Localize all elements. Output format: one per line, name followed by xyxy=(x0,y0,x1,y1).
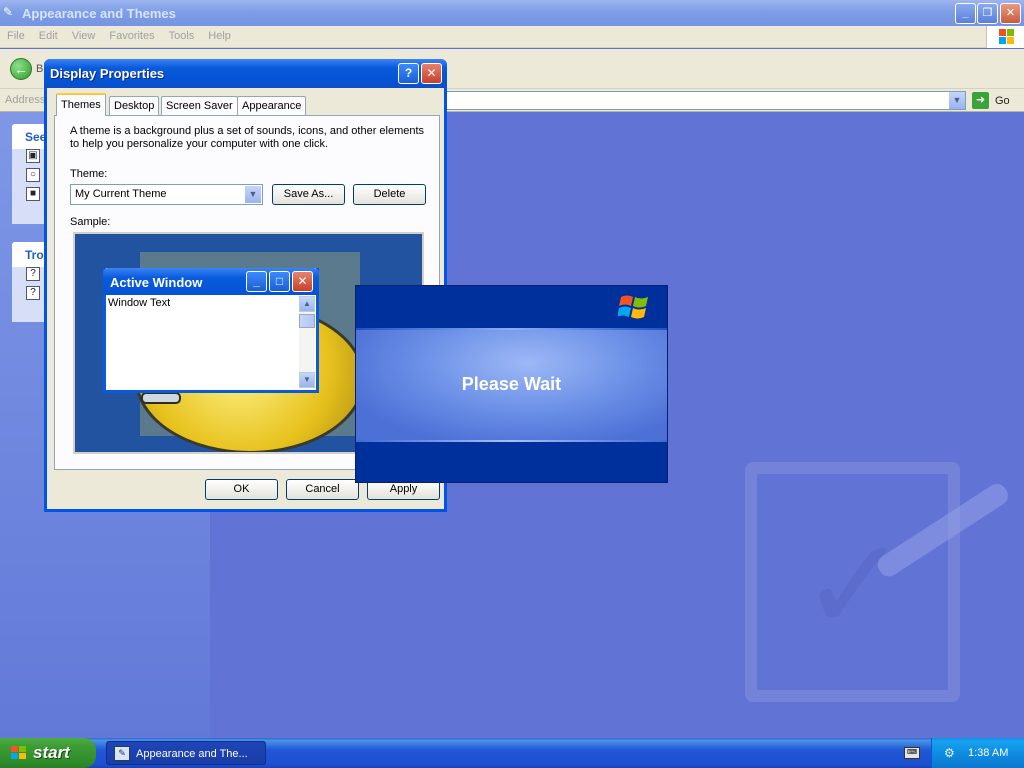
minimize-button[interactable]: _ xyxy=(955,3,976,24)
start-button[interactable]: start xyxy=(0,738,96,768)
tab-screen-saver[interactable]: Screen Saver xyxy=(161,96,238,115)
restore-button[interactable]: ❐ xyxy=(977,3,998,24)
tab-appearance[interactable]: Appearance xyxy=(237,96,307,115)
sample-close-icon: ✕ xyxy=(292,271,313,292)
theme-dropdown-value: My Current Theme xyxy=(75,188,167,200)
windows-flag-icon xyxy=(11,746,26,759)
help-button[interactable]: ? xyxy=(398,63,419,84)
scroll-up-icon: ▲ xyxy=(299,296,315,312)
sample-label: Sample: xyxy=(70,216,111,228)
scroll-thumb xyxy=(299,314,315,328)
taskbar-item-appearance-and-themes[interactable]: ✎ Appearance and The... xyxy=(106,741,266,765)
clock[interactable]: 1:38 AM xyxy=(968,747,1008,759)
address-label: Address xyxy=(5,94,46,106)
sample-window-text: Window Text xyxy=(108,297,171,309)
dialog-title-bar[interactable]: Display Properties ? ✕ xyxy=(44,59,447,88)
windows-flag-icon xyxy=(618,295,648,319)
menu-tools[interactable]: Tools xyxy=(162,26,202,46)
go-button-label[interactable]: Go xyxy=(995,95,1010,107)
themes-description: A theme is a background plus a set of so… xyxy=(70,125,425,150)
checkmark-watermark-icon: ✓ xyxy=(800,512,909,658)
back-button-label[interactable]: B xyxy=(36,63,43,75)
close-button[interactable]: ✕ xyxy=(1000,3,1021,24)
cancel-button[interactable]: Cancel xyxy=(286,479,359,500)
scroll-down-icon: ▼ xyxy=(299,372,315,388)
font-folder-icon: ▣ xyxy=(26,149,40,163)
theme-label: Theme: xyxy=(70,168,108,180)
menu-bar: File Edit View Favorites Tools Help xyxy=(0,26,1024,48)
delete-button[interactable]: Delete xyxy=(353,184,426,205)
help-icon: ? xyxy=(26,286,40,300)
system-tray: ⚙ 1:38 AM xyxy=(931,738,1024,768)
go-arrow-icon[interactable]: ➜ xyxy=(972,92,989,109)
sample-window-title-bar: Active Window _ □ ✕ xyxy=(103,268,319,295)
taskbar-item-label: Appearance and The... xyxy=(136,748,248,760)
save-as-button[interactable]: Save As... xyxy=(272,184,345,205)
dialog-close-button[interactable]: ✕ xyxy=(421,63,442,84)
menu-favorites[interactable]: Favorites xyxy=(102,26,161,46)
explorer-title: Appearance and Themes xyxy=(22,6,176,21)
menu-help[interactable]: Help xyxy=(201,26,238,46)
please-wait-splash: Please Wait xyxy=(355,285,668,483)
chevron-down-icon[interactable]: ▼ xyxy=(245,186,261,203)
power-icon: ■ xyxy=(26,187,40,201)
theme-dropdown[interactable]: My Current Theme ▼ xyxy=(70,184,263,205)
taskbar: start ✎ Appearance and The... ⌨ ⚙ 1:38 A… xyxy=(0,738,1024,768)
splash-bottom-band xyxy=(356,442,667,482)
sample-wallpaper-art xyxy=(141,392,181,404)
help-icon: ? xyxy=(26,267,40,281)
network-icon[interactable]: ⚙ xyxy=(944,746,958,760)
address-input[interactable]: ▼ xyxy=(446,91,966,110)
please-wait-message: Please Wait xyxy=(461,374,562,394)
sample-minimize-icon: _ xyxy=(246,271,267,292)
explorer-window-icon: ✎ xyxy=(114,746,130,761)
dialog-title: Display Properties xyxy=(50,66,165,81)
sample-window-title: Active Window xyxy=(110,275,203,290)
start-label: start xyxy=(33,743,70,762)
ok-button[interactable]: OK xyxy=(205,479,278,500)
menu-file[interactable]: File xyxy=(0,26,32,46)
tab-desktop[interactable]: Desktop xyxy=(109,96,160,115)
sample-maximize-icon: □ xyxy=(269,271,290,292)
sample-scrollbar: ▲ ▼ xyxy=(299,296,315,388)
back-arrow-icon[interactable]: ← xyxy=(10,58,32,80)
menu-edit[interactable]: Edit xyxy=(32,26,65,46)
folder-app-icon: ✎ xyxy=(3,5,14,19)
windows-logo-icon xyxy=(986,26,1024,48)
menu-view[interactable]: View xyxy=(65,26,103,46)
explorer-title-bar[interactable]: ✎ Appearance and Themes _ ❐ ✕ xyxy=(0,0,1024,26)
sample-active-window: Active Window _ □ ✕ Window Text ▲ ▼ xyxy=(103,268,319,393)
pointer-icon: ○ xyxy=(26,168,40,182)
tab-themes[interactable]: Themes xyxy=(56,93,106,116)
address-dropdown-icon[interactable]: ▼ xyxy=(949,92,965,109)
keyboard-icon[interactable]: ⌨ xyxy=(904,747,920,759)
